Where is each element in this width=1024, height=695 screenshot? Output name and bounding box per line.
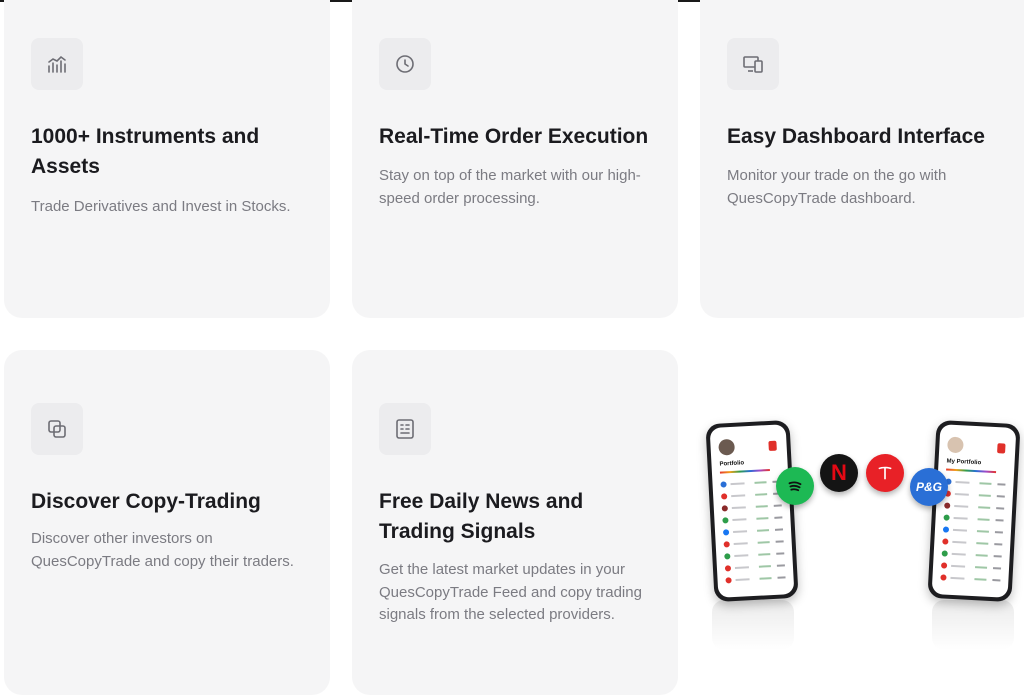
card-title: 1000+ Instruments and Assets (31, 125, 260, 178)
pg-logo: P&G (910, 468, 948, 506)
feature-card-dashboard: Easy Dashboard Interface Monitor your tr… (700, 0, 1024, 318)
copy-icon (31, 403, 83, 455)
feature-card-copy-trading: Discover Copy-Trading Discover other inv… (4, 350, 330, 695)
card-description: Get the latest market updates in your Qu… (379, 561, 642, 623)
card-title: Real-Time Order Execution (379, 125, 649, 148)
app-promo-illustration: Portfolio My Portfolio N P&G (700, 402, 1024, 662)
phone-title: My Portfolio (946, 458, 982, 467)
card-title: Discover Copy-Trading (31, 490, 261, 513)
devices-icon (727, 38, 779, 90)
chart-line-icon (31, 38, 83, 90)
card-title: Easy Dashboard Interface (727, 125, 985, 148)
card-description: Trade Derivatives and Invest in Stocks. (31, 198, 291, 215)
phone-title: Portfolio (719, 460, 745, 468)
left-phone-mockup: Portfolio (705, 419, 799, 603)
card-description: Monitor your trade on the go with QuesCo… (727, 167, 947, 207)
clock-icon (379, 38, 431, 90)
spotify-logo (776, 467, 814, 505)
netflix-logo: N (820, 454, 858, 492)
tesla-logo (866, 454, 904, 492)
feature-card-order-execution: Real-Time Order Execution Stay on top of… (352, 0, 678, 318)
card-description: Stay on top of the market with our high-… (379, 167, 641, 207)
card-description: Discover other investors on QuesCopyTrad… (31, 530, 294, 570)
news-icon (379, 403, 431, 455)
feature-card-instruments: 1000+ Instruments and Assets Trade Deriv… (4, 0, 330, 318)
right-phone-mockup: My Portfolio (927, 419, 1021, 603)
card-title: Free Daily News and Trading Signals (379, 490, 584, 543)
avatar (718, 438, 736, 456)
avatar (947, 436, 964, 454)
feature-card-news-signals: Free Daily News and Trading Signals Get … (352, 350, 678, 695)
